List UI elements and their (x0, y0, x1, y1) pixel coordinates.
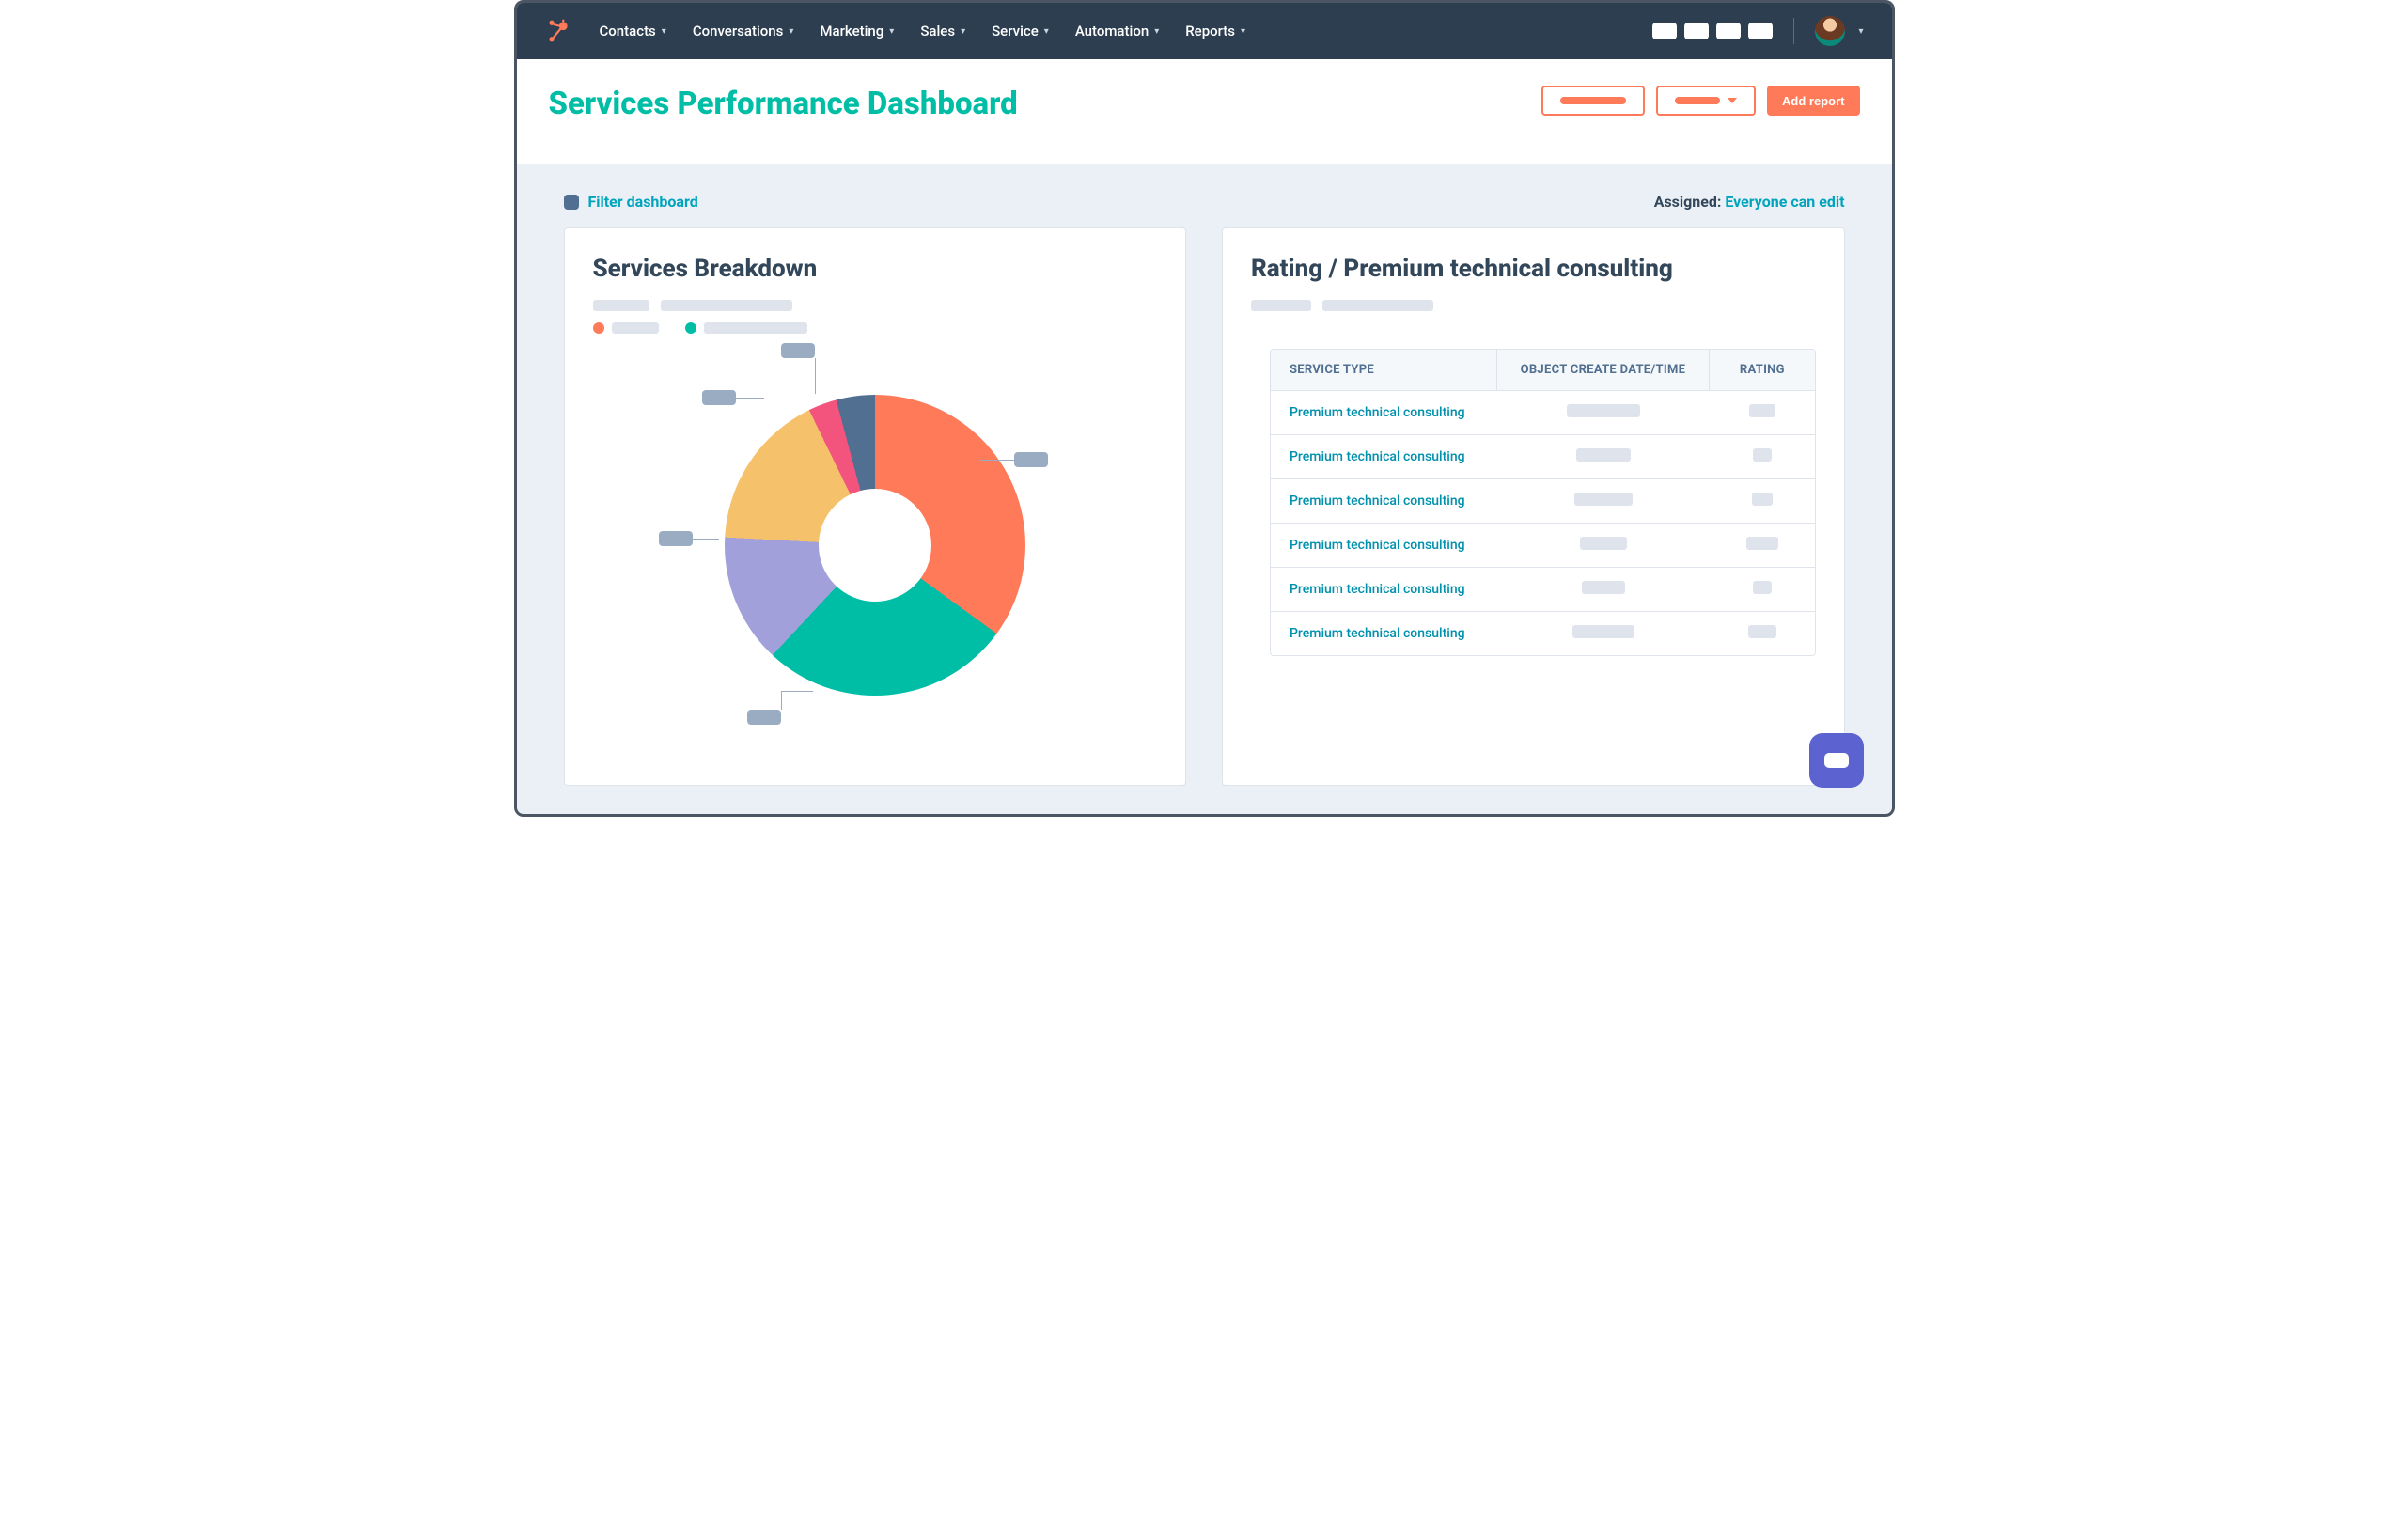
cell-rating (1710, 524, 1815, 567)
cell-rating (1710, 612, 1815, 655)
nav-reports[interactable]: Reports▾ (1185, 23, 1245, 39)
cell-rating (1710, 435, 1815, 478)
table-row: Premium technical consulting (1271, 524, 1815, 568)
chart-label (781, 343, 815, 358)
service-type-link[interactable]: Premium technical consulting (1271, 525, 1497, 566)
chevron-down-icon: ▾ (789, 26, 793, 37)
chevron-down-icon: ▾ (1154, 26, 1159, 37)
service-type-link[interactable]: Premium technical consulting (1271, 613, 1497, 654)
cell-rating (1710, 479, 1815, 523)
chevron-down-icon: ▾ (961, 26, 965, 37)
card-title: Services Breakdown (593, 255, 1158, 283)
service-type-link[interactable]: Premium technical consulting (1271, 569, 1497, 610)
chart-label (659, 531, 693, 546)
cell-create-date (1497, 612, 1710, 655)
nav-utility-button[interactable] (1716, 23, 1741, 39)
cell-create-date (1497, 435, 1710, 478)
chevron-down-icon: ▾ (1241, 26, 1245, 37)
cell-create-date (1497, 391, 1710, 434)
page-header: Services Performance Dashboard Add repor… (517, 59, 1892, 164)
nav-utility-button[interactable] (1684, 23, 1709, 39)
filter-dashboard-link[interactable]: Filter dashboard (588, 193, 698, 211)
cell-create-date (1497, 524, 1710, 567)
table-row: Premium technical consulting (1271, 612, 1815, 655)
caret-down-icon (1728, 98, 1737, 103)
assigned-value-link[interactable]: Everyone can edit (1725, 193, 1844, 211)
divider (1793, 18, 1794, 44)
hubspot-logo-icon[interactable] (545, 18, 571, 44)
filter-icon[interactable] (564, 195, 579, 210)
chevron-down-icon: ▾ (662, 26, 666, 37)
chart-label (1014, 452, 1048, 467)
nav-conversations[interactable]: Conversations▾ (693, 23, 794, 39)
column-service-type[interactable]: SERVICE TYPE (1271, 350, 1497, 390)
column-rating[interactable]: RATING (1710, 350, 1814, 390)
nav-service[interactable]: Service▾ (992, 23, 1049, 39)
table-row: Premium technical consulting (1271, 391, 1815, 435)
chevron-down-icon: ▾ (889, 26, 894, 37)
nav-marketing[interactable]: Marketing▾ (820, 23, 894, 39)
legend-item (685, 322, 807, 334)
service-type-link[interactable]: Premium technical consulting (1271, 436, 1497, 478)
cell-create-date (1497, 479, 1710, 523)
chat-widget-button[interactable] (1809, 733, 1864, 788)
table-row: Premium technical consulting (1271, 435, 1815, 479)
page-title: Services Performance Dashboard (549, 86, 1018, 122)
add-report-button[interactable]: Add report (1767, 86, 1859, 116)
column-create-date[interactable]: OBJECT CREATE DATE/TIME (1497, 350, 1710, 390)
chevron-down-icon[interactable]: ▾ (1858, 26, 1863, 37)
card-title: Rating / Premium technical consulting (1251, 255, 1816, 283)
nav-contacts[interactable]: Contacts▾ (600, 23, 666, 39)
chevron-down-icon: ▾ (1044, 26, 1049, 37)
service-type-link[interactable]: Premium technical consulting (1271, 392, 1497, 433)
rating-table: SERVICE TYPE OBJECT CREATE DATE/TIME RAT… (1270, 349, 1816, 656)
legend-item (593, 322, 659, 334)
chart-label (702, 390, 736, 405)
cell-create-date (1497, 568, 1710, 611)
legend-dot-icon (685, 322, 696, 334)
nav-automation[interactable]: Automation▾ (1075, 23, 1159, 39)
legend-dot-icon (593, 322, 604, 334)
service-type-link[interactable]: Premium technical consulting (1271, 480, 1497, 522)
donut-chart (593, 343, 1158, 747)
card-rating: Rating / Premium technical consulting SE… (1222, 227, 1845, 786)
filter-bar: Filter dashboard Assigned: Everyone can … (517, 164, 1892, 227)
nav-utility-button[interactable] (1748, 23, 1773, 39)
chart-label (747, 710, 781, 725)
header-action-dropdown[interactable] (1656, 86, 1756, 116)
nav-utility-button[interactable] (1652, 23, 1677, 39)
chat-icon (1824, 753, 1849, 768)
avatar[interactable] (1815, 16, 1845, 46)
top-nav: Contacts▾ Conversations▾ Marketing▾ Sale… (517, 3, 1892, 59)
assigned-label: Assigned: (1654, 193, 1722, 211)
card-services-breakdown: Services Breakdown (564, 227, 1187, 786)
table-row: Premium technical consulting (1271, 479, 1815, 524)
cell-rating (1710, 391, 1815, 434)
cell-rating (1710, 568, 1815, 611)
nav-sales[interactable]: Sales▾ (920, 23, 965, 39)
table-row: Premium technical consulting (1271, 568, 1815, 612)
header-action-button[interactable] (1541, 86, 1645, 116)
